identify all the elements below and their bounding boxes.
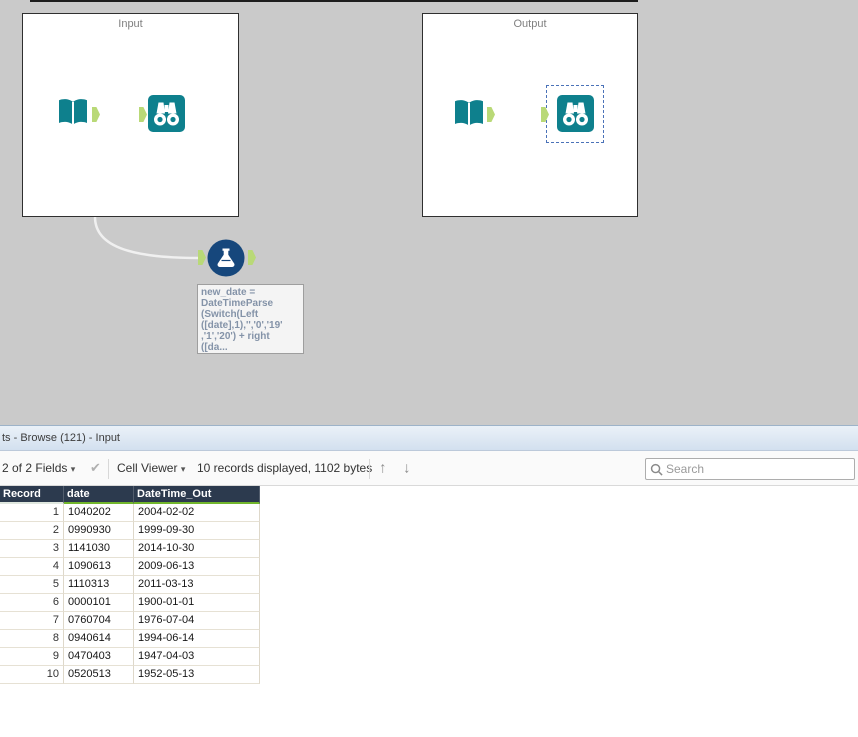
table-row[interactable]: 2 0990930 1999-09-30 <box>0 522 260 540</box>
cell-date[interactable]: 1141030 <box>64 540 134 558</box>
cutoff-container-edge <box>30 0 638 2</box>
table-row[interactable]: 10 0520513 1952-05-13 <box>0 666 260 684</box>
cell-datetime-out[interactable]: 1994-06-14 <box>134 630 260 648</box>
record-number: 2 <box>0 522 64 540</box>
toolbar-separator <box>369 459 370 479</box>
formula-flask-icon <box>207 239 245 277</box>
table-row[interactable]: 6 0000101 1900-01-01 <box>0 594 260 612</box>
input-anchor[interactable] <box>198 250 206 265</box>
fields-dropdown[interactable]: 2 of 2 Fields ▾ <box>2 461 75 475</box>
scroll-down-icon[interactable]: ↓ <box>403 460 411 477</box>
output-data-tool[interactable] <box>450 95 488 138</box>
record-number: 3 <box>0 540 64 558</box>
column-header-datetime-out[interactable]: DateTime_Out <box>134 486 260 504</box>
cell-date[interactable]: 0000101 <box>64 594 134 612</box>
browse-tool-input-container[interactable] <box>148 95 185 137</box>
browse-tool-output-container[interactable] <box>557 95 594 137</box>
table-row[interactable]: 4 1090613 2009-06-13 <box>0 558 260 576</box>
cell-date[interactable]: 0990930 <box>64 522 134 540</box>
input-data-book-icon <box>59 99 87 125</box>
record-number: 6 <box>0 594 64 612</box>
binoculars-icon <box>557 95 594 132</box>
chevron-down-icon: ▾ <box>180 464 186 474</box>
search-icon <box>650 463 663 476</box>
cell-datetime-out[interactable]: 2004-02-02 <box>134 504 260 522</box>
scroll-up-icon[interactable]: ↑ <box>379 460 387 477</box>
table-row[interactable]: 9 0470403 1947-04-03 <box>0 648 260 666</box>
cell-date[interactable]: 0470403 <box>64 648 134 666</box>
container-input-label: Input <box>118 18 143 30</box>
record-number: 8 <box>0 630 64 648</box>
cell-datetime-out[interactable]: 1999-09-30 <box>134 522 260 540</box>
column-header-record[interactable]: Record <box>0 486 64 504</box>
record-number: 7 <box>0 612 64 630</box>
output-anchor[interactable] <box>248 250 256 265</box>
search-box[interactable] <box>645 458 855 480</box>
fields-dropdown-label: 2 of 2 Fields <box>2 461 68 475</box>
chevron-down-icon: ▾ <box>70 464 76 474</box>
results-panel-header: ts - Browse (121) - Input <box>0 425 858 451</box>
cell-date[interactable]: 0940614 <box>64 630 134 648</box>
column-header-date[interactable]: date <box>64 486 134 504</box>
apply-checkmark-icon[interactable]: ✔ <box>90 460 101 476</box>
cell-date[interactable]: 1040202 <box>64 504 134 522</box>
cell-viewer-label: Cell Viewer <box>117 461 178 475</box>
cell-datetime-out[interactable]: 1900-01-01 <box>134 594 260 612</box>
table-row[interactable]: 8 0940614 1994-06-14 <box>0 630 260 648</box>
container-output-label: Output <box>513 18 547 30</box>
cell-date[interactable]: 0760704 <box>64 612 134 630</box>
grid-header-row: Record date DateTime_Out <box>0 486 260 504</box>
results-grid: Record date DateTime_Out 1 1040202 2004-… <box>0 486 260 684</box>
record-number: 5 <box>0 576 64 594</box>
record-number: 10 <box>0 666 64 684</box>
workflow-canvas[interactable]: Input Output new_date = DateTimeParse (S… <box>0 0 858 425</box>
table-row[interactable]: 5 1110313 2011-03-13 <box>0 576 260 594</box>
cell-date[interactable]: 0520513 <box>64 666 134 684</box>
record-number: 1 <box>0 504 64 522</box>
connection-wire-input-to-formula[interactable] <box>93 216 200 260</box>
results-panel-title: ts - Browse (121) - Input <box>2 432 120 444</box>
formula-tool[interactable] <box>207 239 245 282</box>
cell-datetime-out[interactable]: 2014-10-30 <box>134 540 260 558</box>
binoculars-icon <box>148 95 185 132</box>
record-number: 4 <box>0 558 64 576</box>
cell-date[interactable]: 1110313 <box>64 576 134 594</box>
cell-viewer-dropdown[interactable]: Cell Viewer ▾ <box>117 461 185 475</box>
input-data-tool[interactable] <box>54 94 92 137</box>
toolbar-separator <box>108 459 109 479</box>
cell-datetime-out[interactable]: 2011-03-13 <box>134 576 260 594</box>
records-info: 10 records displayed, 1102 bytes <box>197 461 373 475</box>
cell-datetime-out[interactable]: 1947-04-03 <box>134 648 260 666</box>
cell-date[interactable]: 1090613 <box>64 558 134 576</box>
formula-annotation[interactable]: new_date = DateTimeParse (Switch(Left ([… <box>197 284 304 354</box>
results-toolbar: 2 of 2 Fields ▾ ✔ Cell Viewer ▾ 10 recor… <box>0 451 858 486</box>
cell-datetime-out[interactable]: 1976-07-04 <box>134 612 260 630</box>
table-row[interactable]: 7 0760704 1976-07-04 <box>0 612 260 630</box>
table-row[interactable]: 3 1141030 2014-10-30 <box>0 540 260 558</box>
cell-datetime-out[interactable]: 1952-05-13 <box>134 666 260 684</box>
results-panel: ts - Browse (121) - Input 2 of 2 Fields … <box>0 425 858 737</box>
search-input[interactable] <box>666 462 850 476</box>
cell-datetime-out[interactable]: 2009-06-13 <box>134 558 260 576</box>
table-row[interactable]: 1 1040202 2004-02-02 <box>0 504 260 522</box>
formula-annotation-text: new_date = DateTimeParse (Switch(Left ([… <box>201 287 283 353</box>
output-data-book-icon <box>455 100 483 126</box>
record-number: 9 <box>0 648 64 666</box>
